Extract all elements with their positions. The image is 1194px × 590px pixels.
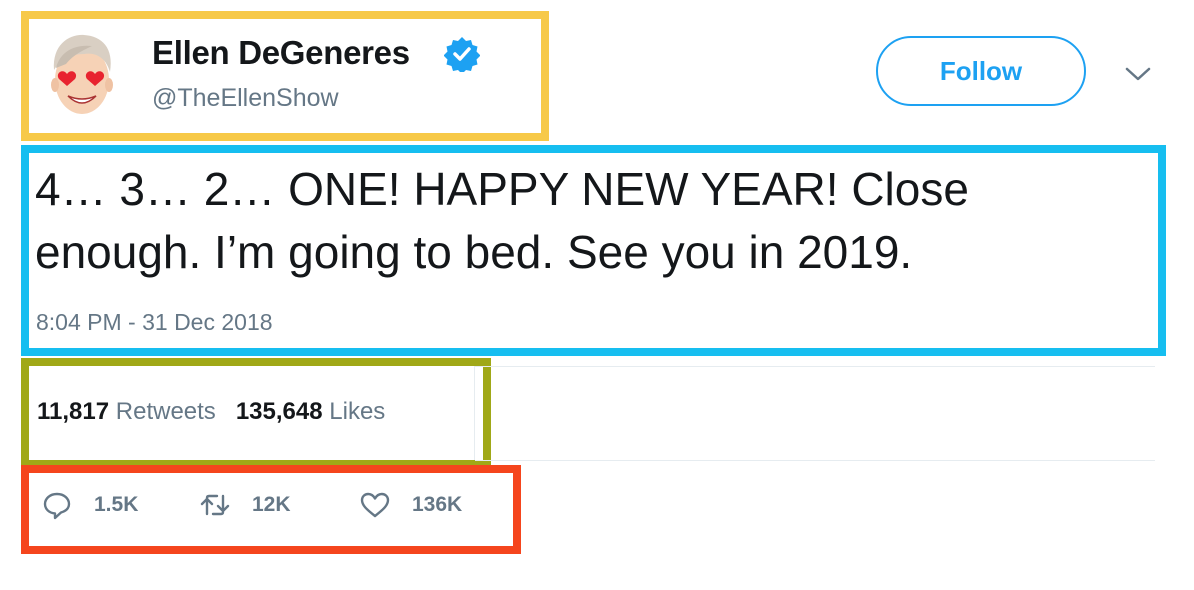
divider xyxy=(475,460,1155,461)
reply-count: 1.5K xyxy=(94,493,139,516)
heart-icon xyxy=(360,492,390,518)
like-button[interactable]: 136K xyxy=(360,490,462,520)
tweet-stats: 11,817 Retweets 135,648 Likes xyxy=(37,398,385,426)
likes-count: 135,648 xyxy=(235,398,323,425)
reply-button[interactable]: 1.5K xyxy=(42,490,138,520)
tweet-timestamp[interactable]: 8:04 PM - 31 Dec 2018 xyxy=(36,309,273,336)
like-count: 136K xyxy=(412,493,463,516)
tweet-text: 4… 3… 2… ONE! HAPPY NEW YEAR! Close enou… xyxy=(35,163,969,278)
retweet-icon xyxy=(200,494,230,516)
reply-icon xyxy=(43,492,71,520)
retweet-button[interactable]: 12K xyxy=(200,490,291,520)
divider xyxy=(474,366,475,460)
likes-label: Likes xyxy=(329,398,386,425)
follow-button[interactable]: Follow xyxy=(876,36,1086,106)
chevron-down-icon[interactable] xyxy=(1125,66,1151,82)
user-handle[interactable]: @TheEllenShow xyxy=(152,84,339,113)
divider xyxy=(475,366,1155,367)
retweets-stat[interactable]: 11,817 Retweets xyxy=(37,398,216,425)
avatar[interactable] xyxy=(44,30,120,120)
retweets-label: Retweets xyxy=(115,398,216,425)
retweet-count: 12K xyxy=(252,493,291,516)
verified-badge-icon xyxy=(444,37,480,72)
display-name[interactable]: Ellen DeGeneres xyxy=(152,34,410,72)
likes-stat[interactable]: 135,648 Likes xyxy=(236,398,385,425)
retweets-count: 11,817 xyxy=(37,398,110,425)
